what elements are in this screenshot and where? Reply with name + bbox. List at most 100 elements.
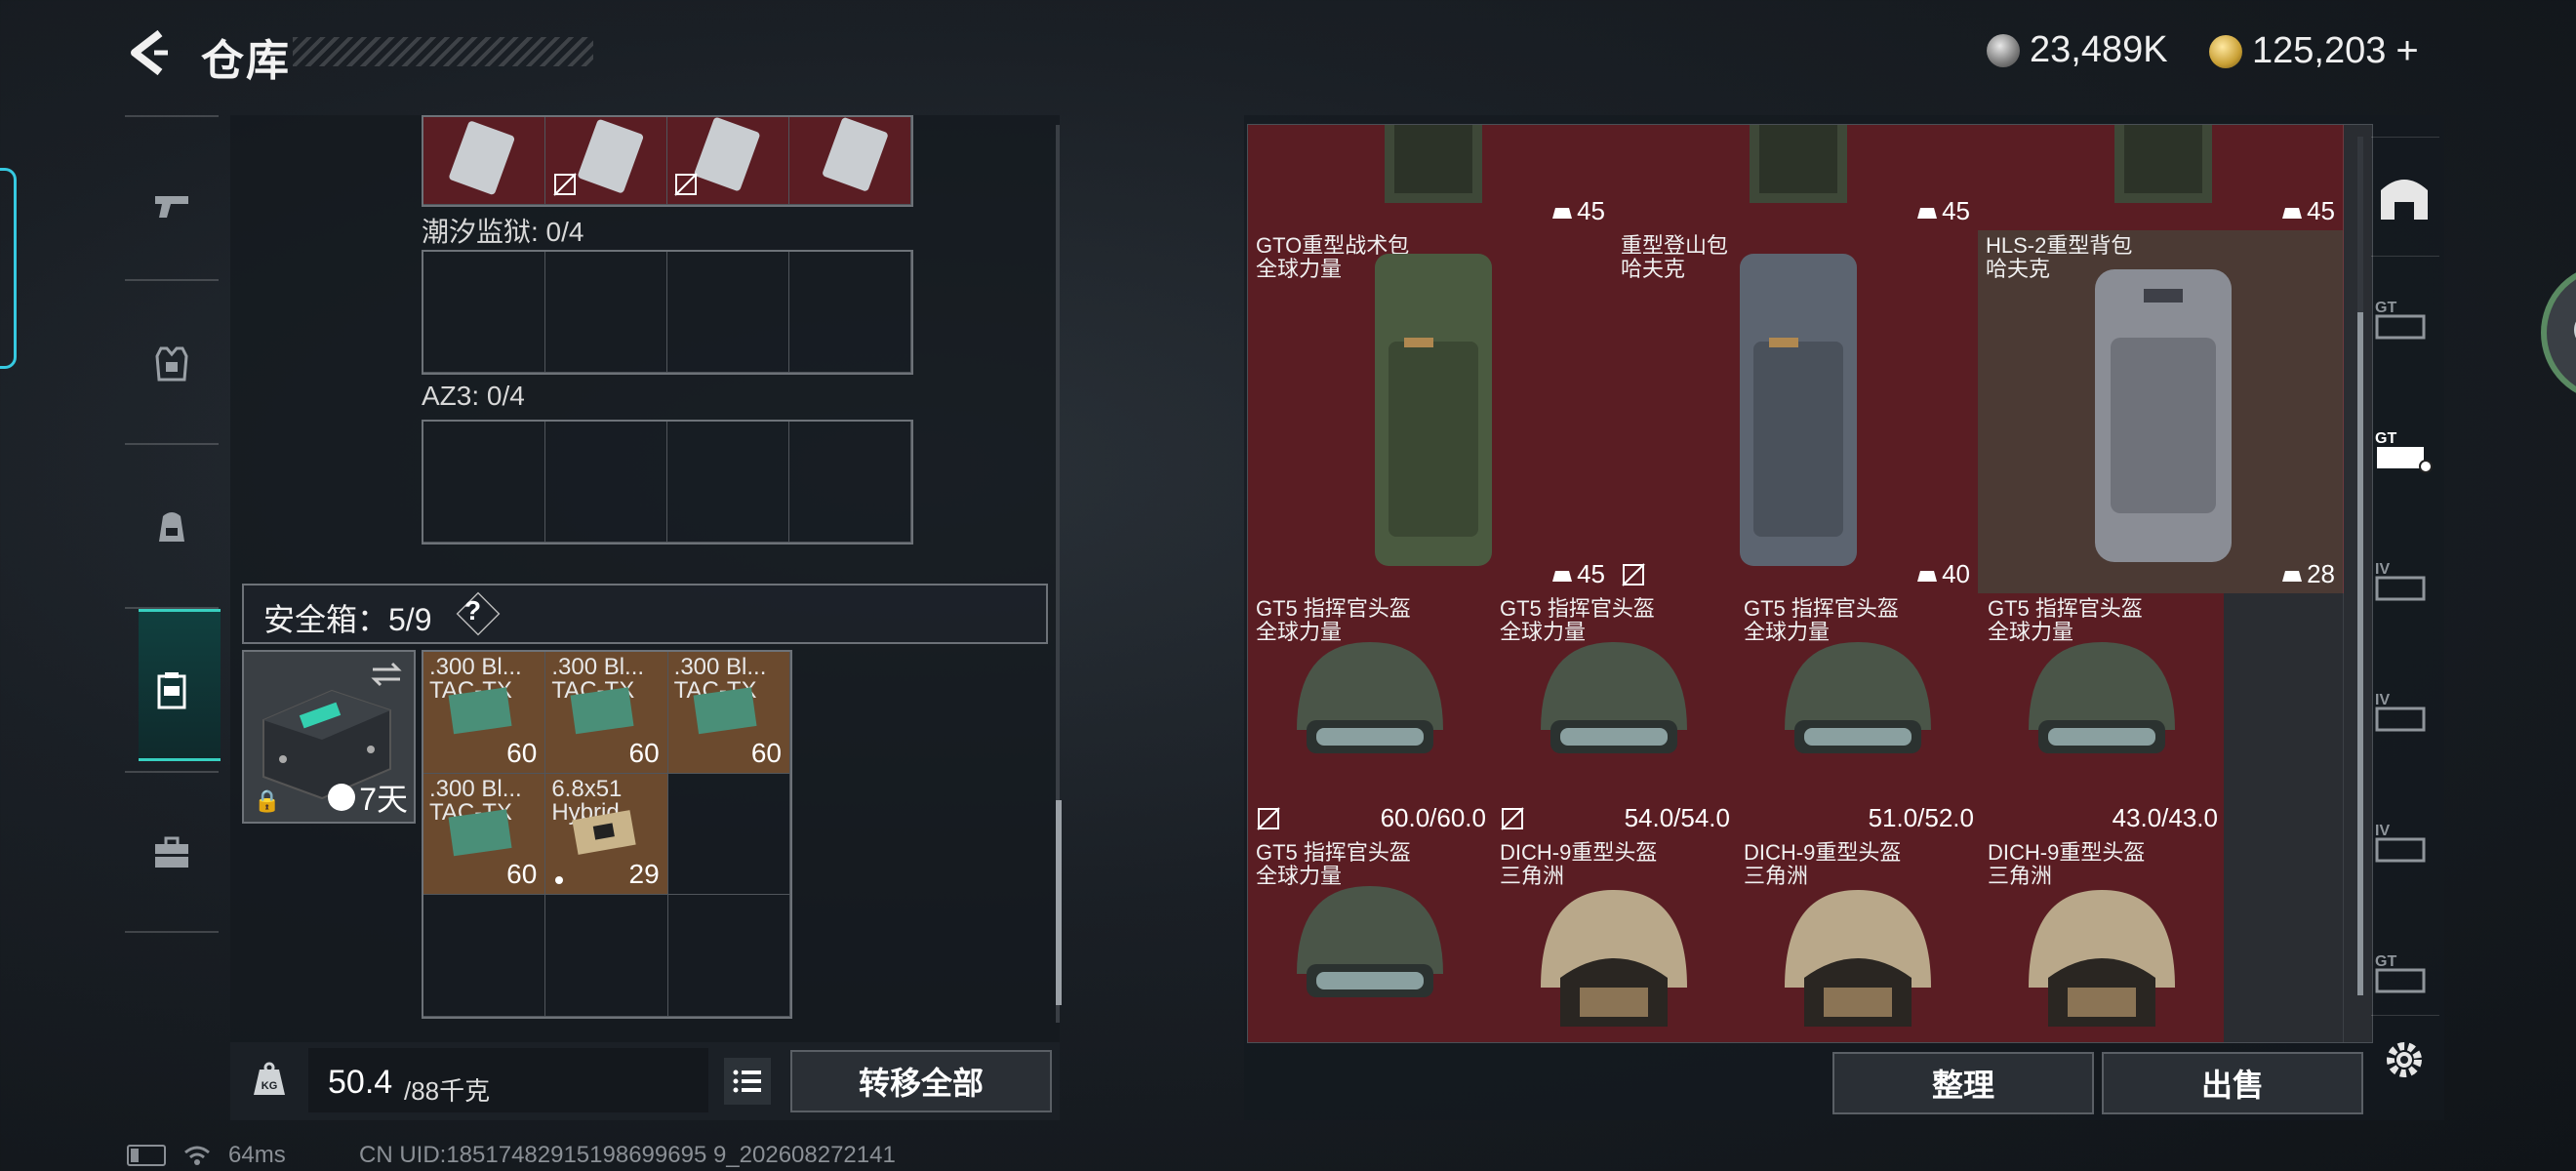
item-weight: 45 xyxy=(2281,196,2335,226)
help-icon[interactable]: ? xyxy=(464,595,481,626)
empty-slot[interactable] xyxy=(423,252,545,373)
stash-item[interactable]: DICH-9重型头盔 三角洲 xyxy=(1736,837,1981,1042)
stash-item[interactable]: HLS-2重型背包 哈夫克 28 xyxy=(1978,230,2344,594)
ammo-quantity: 60 xyxy=(628,737,660,768)
stash-item[interactable]: GT5 指挥官头盔 全球力量 54.0/54.0 xyxy=(1492,593,1737,838)
briefcase-icon xyxy=(155,836,188,868)
empty-slot[interactable] xyxy=(2224,593,2344,716)
empty-slot[interactable] xyxy=(667,895,790,1017)
item-weight: 45 xyxy=(1916,196,1970,226)
no-insure-icon xyxy=(553,173,577,196)
stash-item[interactable]: 45 xyxy=(1248,125,1614,231)
item-slot[interactable] xyxy=(423,117,545,205)
stash-tab-5[interactable]: IV xyxy=(2367,798,2441,886)
ammo-item[interactable]: .300 Bl... TAC-TX 60 xyxy=(423,652,546,774)
stash-item[interactable]: DICH-9重型头盔 三角洲 xyxy=(1492,837,1737,1042)
stash-tab-6[interactable]: GT xyxy=(2367,929,2441,1017)
ammo-item[interactable]: .300 Bl... TAC-TX 60 xyxy=(545,652,668,774)
wifi-icon xyxy=(184,1146,210,1165)
currency-gold[interactable]: 125,203 + xyxy=(2209,29,2419,73)
nav-case[interactable] xyxy=(139,794,205,911)
warehouse-icon xyxy=(2381,180,2428,220)
stash-item[interactable]: GT5 指挥官头盔 全球力量 43.0/43.0 xyxy=(1980,593,2225,838)
svg-text:GT: GT xyxy=(2375,953,2396,970)
stash-tab-2-active[interactable]: GT xyxy=(2367,406,2441,494)
safebox-item[interactable]: 🔒 7天 xyxy=(242,650,416,824)
stash-item[interactable]: 45 xyxy=(1613,125,1979,231)
empty-slot[interactable] xyxy=(423,895,546,1017)
empty-slot[interactable] xyxy=(2224,715,2344,838)
section-label-az3: AZ3: 0/4 xyxy=(422,381,525,411)
left-edge-handle[interactable] xyxy=(0,168,17,369)
gold-coin-icon xyxy=(2209,34,2242,68)
nav-weapon[interactable] xyxy=(139,146,205,263)
safebox-header: 安全箱：5/9 ? xyxy=(242,584,1048,644)
helmet-image xyxy=(1541,890,1687,1027)
no-insure-icon xyxy=(674,173,698,196)
left-scrollbar[interactable] xyxy=(1056,800,1062,1005)
stash-tab-1[interactable]: GT xyxy=(2367,275,2441,363)
ammo-quantity: 60 xyxy=(506,737,538,768)
stash-item[interactable]: 45 xyxy=(1978,125,2344,231)
empty-slot[interactable] xyxy=(2224,837,2344,960)
empty-slot[interactable] xyxy=(667,252,789,373)
empty-slot[interactable] xyxy=(545,252,667,373)
weight-display: 50.4 /88千克 xyxy=(308,1048,708,1112)
stash-item[interactable]: GT5 指挥官头盔 全球力量 60.0/60.0 xyxy=(1248,593,1493,838)
ammo-box-image xyxy=(572,809,636,855)
empty-slot[interactable] xyxy=(789,252,911,373)
item-weight: 45 xyxy=(1551,196,1605,226)
transfer-all-button[interactable]: 转移全部 xyxy=(790,1050,1052,1112)
stash-grid: 45 45 45 GTO重型战术包 全球力量 45 重型登山包 哈夫克 40 HLS… xyxy=(1247,124,2373,1043)
list-button[interactable] xyxy=(724,1058,771,1105)
nav-backpack[interactable] xyxy=(139,468,205,586)
item-weight: 28 xyxy=(2281,559,2335,589)
sell-button[interactable]: 出售 xyxy=(2102,1052,2363,1114)
empty-slot[interactable] xyxy=(789,422,911,543)
backpack-image xyxy=(1750,125,1847,203)
item-slot[interactable] xyxy=(789,117,911,205)
ammo-item[interactable]: .300 Bl... TAC-TX 60 xyxy=(423,773,546,896)
stash-item[interactable]: GTO重型战术包 全球力量 45 xyxy=(1248,230,1614,594)
helmet-image xyxy=(1297,886,1443,997)
stash-item[interactable]: GT5 指挥官头盔 全球力量 xyxy=(1248,837,1493,1042)
stash-tab-icon: IV xyxy=(2375,561,2426,601)
clock-icon xyxy=(328,784,356,811)
stash-tab-4[interactable]: IV xyxy=(2367,667,2441,755)
swap-icon[interactable] xyxy=(369,660,404,689)
durability: 60.0/60.0 xyxy=(1380,803,1486,832)
sort-button[interactable]: 整理 xyxy=(1832,1052,2094,1114)
currency-gold-value: 125,203 xyxy=(2252,30,2387,71)
settings-gear-icon[interactable] xyxy=(2377,1032,2432,1087)
empty-slot[interactable] xyxy=(667,422,789,543)
helmet-image xyxy=(2029,890,2175,1027)
wechat-float-icon[interactable] xyxy=(2541,263,2576,402)
ammo-quantity: 60 xyxy=(506,859,538,890)
container-grid-az3 xyxy=(422,420,913,545)
empty-slot[interactable] xyxy=(423,422,545,543)
stash-tab-all[interactable] xyxy=(2367,152,2441,240)
weight-icon xyxy=(1917,207,1938,219)
weight-icon xyxy=(1917,570,1938,582)
nav-armor[interactable] xyxy=(139,304,205,422)
no-insure-icon xyxy=(1501,807,1524,830)
nav-safebox[interactable] xyxy=(139,632,205,749)
ammo-item[interactable]: .300 Bl... TAC-TX 60 xyxy=(667,652,790,774)
stash-item[interactable]: 重型登山包 哈夫克 40 xyxy=(1613,230,1979,594)
empty-slot[interactable] xyxy=(545,895,668,1017)
container-grid-top xyxy=(422,115,913,207)
user-uid: CN UID:18517482915198699695 9_2026082721… xyxy=(359,1142,896,1168)
stash-item[interactable]: DICH-9重型头盔 三角洲 xyxy=(1980,837,2225,1042)
empty-slot[interactable] xyxy=(667,773,790,896)
add-currency-icon[interactable]: + xyxy=(2395,29,2418,73)
stash-scrollbar[interactable] xyxy=(2357,312,2363,995)
stash-tab-3[interactable]: IV xyxy=(2367,537,2441,625)
back-icon[interactable] xyxy=(125,27,176,78)
weight-bar: KG 50.4 /88千克 转移全部 xyxy=(230,1042,1060,1120)
empty-slot[interactable] xyxy=(2224,959,2344,1042)
stash-tab-icon: GT xyxy=(2375,430,2433,473)
stash-item[interactable]: GT5 指挥官头盔 全球力量 51.0/52.0 xyxy=(1736,593,1981,838)
status-dot xyxy=(555,876,564,885)
ammo-item[interactable]: 6.8x51 Hybrid 29 xyxy=(545,773,668,896)
empty-slot[interactable] xyxy=(545,422,667,543)
